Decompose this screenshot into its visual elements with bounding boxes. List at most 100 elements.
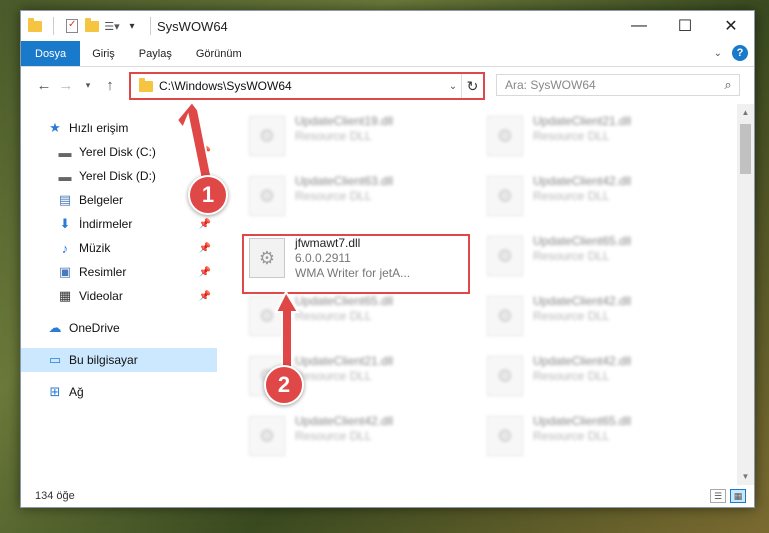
file-item[interactable]: ⚙ UpdateClient42.dll Resource DLL [485, 352, 705, 402]
dll-file-icon: ⚙ [249, 416, 285, 456]
vertical-scrollbar[interactable]: ▲ ▼ [737, 104, 754, 485]
scroll-down-icon[interactable]: ▼ [737, 468, 754, 485]
tab-home[interactable]: Giriş [80, 41, 127, 66]
forward-arrow-icon[interactable]: → [55, 77, 77, 94]
dll-file-icon: ⚙ [487, 416, 523, 456]
sidebar-item-this-pc[interactable]: ▭ Bu bilgisayar [21, 348, 217, 372]
search-placeholder: Ara: SysWOW64 [505, 78, 596, 92]
callout-step-2: 2 [264, 365, 304, 405]
search-input[interactable]: Ara: SysWOW64 ⌕ [496, 74, 740, 96]
file-desc: Resource DLL [533, 369, 610, 383]
pin-icon[interactable]: 📌 [199, 219, 211, 230]
file-item[interactable]: ⚙ UpdateClient63.dll Resource DLL [247, 172, 467, 222]
customize-toolbar-icon[interactable]: ☰▾ [104, 18, 120, 34]
videos-icon: ▦ [58, 288, 72, 303]
sidebar-item-label: Yerel Disk (C:) [79, 145, 156, 159]
recent-locations-icon[interactable]: ▾ [77, 80, 99, 91]
tab-view[interactable]: Görünüm [184, 41, 254, 66]
folder-icon [27, 17, 43, 34]
sidebar-item-label: Belgeler [79, 193, 124, 207]
sidebar-item-onedrive[interactable]: ☁ OneDrive [21, 316, 217, 340]
sidebar-item-label: İndirmeler [79, 217, 133, 231]
address-bar[interactable]: C:\Windows\SysWOW64 ⌄ ↻ [129, 72, 485, 100]
sidebar-item-network[interactable]: ⊞ Ağ [21, 380, 217, 404]
file-desc: Resource DLL [295, 189, 372, 203]
pin-icon[interactable]: 📌 [199, 243, 211, 254]
file-desc: Resource DLL [295, 369, 372, 383]
callout-step-1: 1 [188, 175, 228, 215]
dll-file-icon: ⚙ [487, 296, 523, 336]
file-item[interactable]: ⚙ UpdateClient21.dllResource DLL [485, 112, 705, 162]
cloud-icon: ☁ [48, 320, 62, 335]
highlight-box [242, 234, 470, 294]
file-explorer-window: ☰▾ ▾ SysWOW64 — ☐ ✕ Dosya Giriş Paylaş G… [20, 10, 755, 508]
scrollbar-thumb[interactable] [740, 124, 751, 174]
expand-ribbon-icon[interactable]: ⌄ [714, 48, 722, 59]
pin-icon[interactable]: 📌 [199, 291, 211, 302]
documents-icon: ▤ [58, 192, 72, 207]
file-name: UpdateClient42.dll [295, 414, 394, 428]
dll-file-icon: ⚙ [487, 236, 523, 276]
dll-file-icon: ⚙ [249, 296, 285, 336]
refresh-icon[interactable]: ↻ [461, 74, 483, 98]
chevron-down-icon[interactable]: ▾ [124, 18, 140, 34]
up-arrow-icon[interactable]: ↑ [99, 77, 121, 94]
dll-file-icon: ⚙ [249, 116, 285, 156]
file-desc: Resource DLL [295, 129, 372, 143]
file-name: UpdateClient65.dll [533, 414, 632, 428]
file-item[interactable]: ⚙ UpdateClient65.dll Resource DLL [247, 292, 467, 342]
file-item[interactable]: ⚙ UpdateClient42.dll Resource DLL [485, 172, 705, 222]
chevron-down-icon[interactable]: ⌄ [445, 81, 461, 92]
file-name: UpdateClient19.dll [295, 114, 394, 128]
file-name: UpdateClient21.dll [533, 114, 632, 128]
new-folder-icon[interactable] [84, 17, 100, 34]
dll-file-icon: ⚙ [487, 176, 523, 216]
drive-icon: ▬ [58, 144, 72, 160]
tiles-view-icon[interactable]: ▦ [730, 489, 746, 503]
navigation-pane: ★ Hızlı erişim ▬ Yerel Disk (C:) 📌 ▬ Yer… [21, 104, 217, 485]
sidebar-item-drive-d[interactable]: ▬ Yerel Disk (D:) 📌 [21, 164, 217, 188]
file-item[interactable]: ⚙ UpdateClient65.dll Resource DLL [485, 232, 705, 282]
details-view-icon[interactable]: ☰ [710, 489, 726, 503]
file-name: UpdateClient65.dll [533, 234, 632, 248]
scroll-up-icon[interactable]: ▲ [737, 104, 754, 121]
pin-icon[interactable]: 📌 [199, 267, 211, 278]
sidebar-item-downloads[interactable]: ⬇ İndirmeler 📌 [21, 212, 217, 236]
close-button[interactable]: ✕ [708, 11, 754, 41]
file-item[interactable]: ⚙ UpdateClient65.dll Resource DLL [485, 412, 705, 462]
properties-icon[interactable] [64, 18, 80, 34]
navigation-bar: ← → ▾ ↑ C:\Windows\SysWOW64 ⌄ ↻ Ara: Sys… [21, 67, 754, 103]
sidebar-item-drive-c[interactable]: ▬ Yerel Disk (C:) 📌 [21, 140, 217, 164]
file-desc: Resource DLL [533, 129, 610, 143]
search-icon[interactable]: ⌕ [717, 77, 739, 93]
minimize-button[interactable]: — [616, 11, 662, 41]
title-bar: ☰▾ ▾ SysWOW64 — ☐ ✕ [21, 11, 754, 41]
file-name: UpdateClient21.dll [295, 354, 394, 368]
file-name: UpdateClient42.dll [533, 354, 632, 368]
sidebar-item-label: Müzik [79, 241, 111, 255]
item-count: 134 öğe [35, 490, 75, 502]
main-content: ★ Hızlı erişim ▬ Yerel Disk (C:) 📌 ▬ Yer… [21, 104, 754, 485]
sidebar-item-pictures[interactable]: ▣ Resimler 📌 [21, 260, 217, 284]
sidebar-item-label: Resimler [79, 265, 127, 279]
tab-file[interactable]: Dosya [21, 41, 81, 66]
help-icon[interactable]: ? [732, 45, 748, 61]
file-list: ⚙ UpdateClient19.dll Resource DLL ⚙ Updat… [217, 104, 754, 485]
sidebar-item-music[interactable]: ♪ Müzik 📌 [21, 236, 217, 260]
file-item[interactable]: ⚙ UpdateClient19.dll Resource DLL [247, 112, 467, 162]
tab-share[interactable]: Paylaş [127, 41, 184, 66]
sidebar-item-label: Yerel Disk (D:) [79, 169, 156, 183]
divider [53, 17, 54, 35]
file-item[interactable]: ⚙ UpdateClient42.dll Resource DLL [247, 412, 467, 462]
back-arrow-icon[interactable]: ← [33, 77, 55, 94]
address-path[interactable]: C:\Windows\SysWOW64 [159, 79, 445, 93]
sidebar-item-label: OneDrive [69, 321, 120, 335]
sidebar-item-label: Videolar [79, 289, 123, 303]
pin-icon[interactable]: 📌 [199, 147, 211, 158]
sidebar-item-videos[interactable]: ▦ Videolar 📌 [21, 284, 217, 308]
sidebar-item-quick-access[interactable]: ★ Hızlı erişim [21, 116, 217, 140]
file-item[interactable]: ⚙ UpdateClient42.dll Resource DLL [485, 292, 705, 342]
maximize-button[interactable]: ☐ [662, 11, 708, 41]
folder-icon [139, 77, 153, 92]
network-icon: ⊞ [49, 384, 61, 399]
